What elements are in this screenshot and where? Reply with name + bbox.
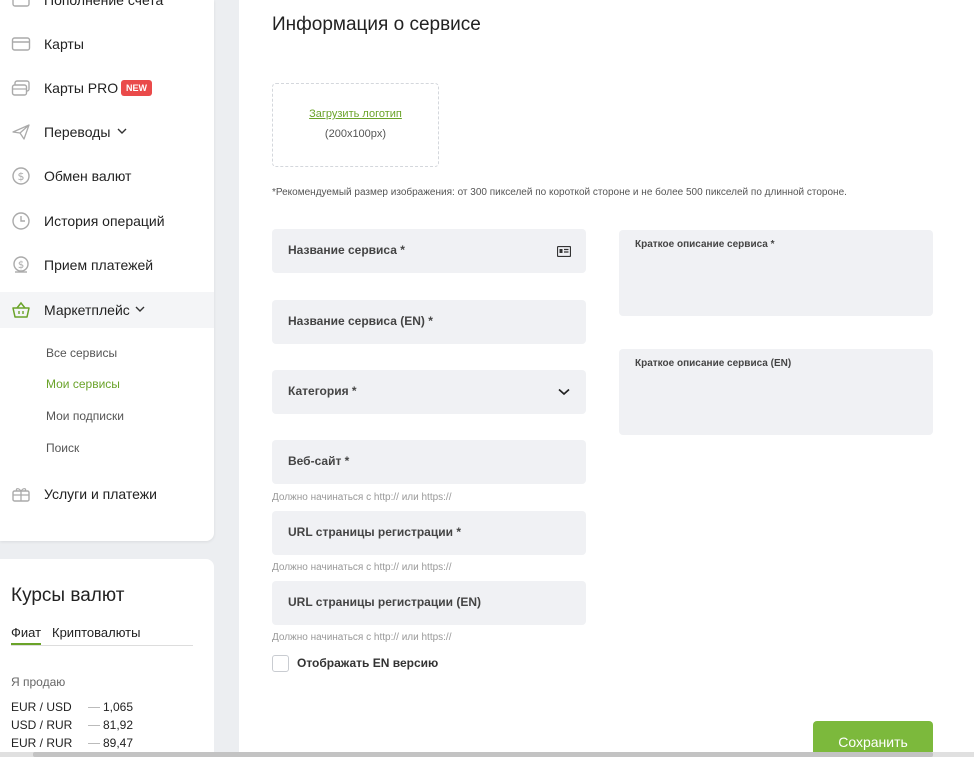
sidebar-item-label: История операций	[44, 213, 165, 229]
service-name-field[interactable]: Название сервиса *	[272, 229, 586, 273]
sidebar-item-history[interactable]: История операций	[0, 203, 214, 239]
wallet-icon	[11, 0, 31, 10]
sidebar-item-marketplace[interactable]: Маркетплейс	[0, 292, 214, 328]
sidebar-item-label: Обмен валют	[44, 168, 132, 184]
rate-divider	[88, 707, 100, 708]
currency-rates-panel: Курсы валют Фиат Криптовалюты Я продаю E…	[0, 559, 214, 757]
show-en-label: Отображать EN версию	[297, 656, 439, 670]
show-en-version-row[interactable]: Отображать EN версию	[272, 654, 438, 672]
tab-crypto[interactable]: Криптовалюты	[52, 625, 140, 640]
sidebar-item-label: Пополнение счета	[44, 0, 164, 8]
submenu-my-services[interactable]: Мои сервисы	[46, 377, 120, 391]
rate-value: 81,92	[103, 718, 134, 732]
field-placeholder: Веб-сайт *	[288, 454, 350, 468]
sidebar-item-label: Маркетплейс	[44, 302, 130, 318]
coins-icon: $	[11, 255, 31, 275]
category-select[interactable]: Категория *	[272, 370, 586, 414]
tab-fiat[interactable]: Фиат	[11, 625, 42, 645]
service-name-en-field[interactable]: Название сервиса (EN) *	[272, 300, 586, 344]
field-placeholder: Категория *	[288, 384, 357, 398]
rate-pair: EUR / RUR	[11, 736, 73, 750]
service-form-card: Информация о сервисе Загрузить логотип (…	[239, 0, 974, 757]
rate-divider	[88, 725, 100, 726]
registration-url-en-hint: Должно начинаться с http:// или https://	[272, 632, 452, 643]
rate-pair: USD / RUR	[11, 718, 73, 732]
new-badge: NEW	[121, 80, 152, 96]
show-en-checkbox[interactable]	[272, 654, 289, 672]
field-placeholder: URL страницы регистрации *	[288, 525, 461, 539]
sidebar-item-top-up[interactable]: Пополнение счета	[0, 0, 214, 18]
short-description-field[interactable]: Краткое описание сервиса *	[619, 230, 933, 316]
rates-sell-label: Я продаю	[11, 675, 66, 689]
field-placeholder: Название сервиса *	[288, 243, 405, 257]
image-size-hint: *Рекомендуемый размер изображения: от 30…	[272, 187, 847, 198]
upload-logo-link[interactable]: Загрузить логотип	[273, 108, 438, 120]
field-placeholder: URL страницы регистрации (EN)	[288, 595, 481, 609]
sidebar-item-label: Прием платежей	[44, 257, 154, 273]
sidebar-item-label: Карты PRO	[44, 80, 119, 96]
rate-value: 1,065	[103, 700, 134, 714]
svg-text:$: $	[18, 260, 24, 271]
sidebar-item-transfers[interactable]: Переводы	[0, 114, 214, 150]
rate-pair: EUR / USD	[11, 700, 72, 714]
sidebar-item-label: Переводы	[44, 124, 111, 140]
field-placeholder: Краткое описание сервиса (EN)	[635, 358, 792, 369]
logo-upload-area[interactable]: Загрузить логотип (200x100px)	[272, 83, 439, 167]
scrollbar-thumb[interactable]	[33, 752, 933, 757]
logo-size-hint: (200x100px)	[324, 128, 387, 140]
rate-divider	[88, 743, 100, 744]
basket-icon	[11, 300, 31, 320]
short-description-en-field[interactable]: Краткое описание сервиса (EN)	[619, 349, 933, 435]
rates-tabs: Фиат Криптовалюты	[11, 623, 193, 646]
submenu-all-services[interactable]: Все сервисы	[46, 346, 117, 360]
rates-title: Курсы валют	[11, 585, 125, 606]
sidebar-item-cards-pro[interactable]: Карты PRO NEW	[0, 70, 214, 106]
card-pro-icon	[11, 78, 31, 98]
rate-row: EUR / USD 1,065	[11, 700, 191, 716]
submenu-search[interactable]: Поиск	[46, 441, 79, 455]
website-hint: Должно начинаться с http:// или https://	[272, 492, 452, 503]
sidebar-item-services-payments[interactable]: Услуги и платежи	[0, 476, 214, 512]
card-icon	[11, 34, 31, 54]
sidebar: Пополнение счета Карты Карты PRO NEW Пер…	[0, 0, 214, 541]
page-title: Информация о сервисе	[272, 14, 481, 35]
sidebar-item-cards[interactable]: Карты	[0, 26, 214, 62]
dollar-icon: $	[11, 166, 31, 186]
svg-text:$: $	[18, 170, 25, 183]
sidebar-item-label: Услуги и платежи	[44, 486, 157, 502]
horizontal-scrollbar[interactable]	[0, 752, 974, 757]
sidebar-item-label: Карты	[44, 36, 84, 52]
registration-url-en-field[interactable]: URL страницы регистрации (EN)	[272, 581, 586, 625]
gift-icon	[11, 484, 31, 504]
rate-row: EUR / RUR 89,47	[11, 736, 191, 752]
sidebar-item-payments[interactable]: $ Прием платежей	[0, 247, 214, 283]
clock-icon	[11, 211, 31, 231]
chevron-down-icon	[117, 126, 127, 138]
rate-value: 89,47	[103, 736, 134, 750]
sidebar-item-exchange[interactable]: $ Обмен валют	[0, 158, 214, 194]
chevron-down-icon	[556, 384, 572, 400]
field-placeholder: Краткое описание сервиса *	[635, 239, 775, 250]
submenu-my-subscriptions[interactable]: Мои подписки	[46, 409, 124, 423]
chevron-down-icon	[135, 304, 145, 316]
rate-row: USD / RUR 81,92	[11, 718, 191, 734]
paper-plane-icon	[11, 122, 31, 142]
registration-url-field[interactable]: URL страницы регистрации *	[272, 511, 586, 555]
website-field[interactable]: Веб-сайт *	[272, 440, 586, 484]
registration-url-hint: Должно начинаться с http:// или https://	[272, 562, 452, 573]
id-card-icon	[556, 243, 572, 259]
field-placeholder: Название сервиса (EN) *	[288, 314, 433, 328]
